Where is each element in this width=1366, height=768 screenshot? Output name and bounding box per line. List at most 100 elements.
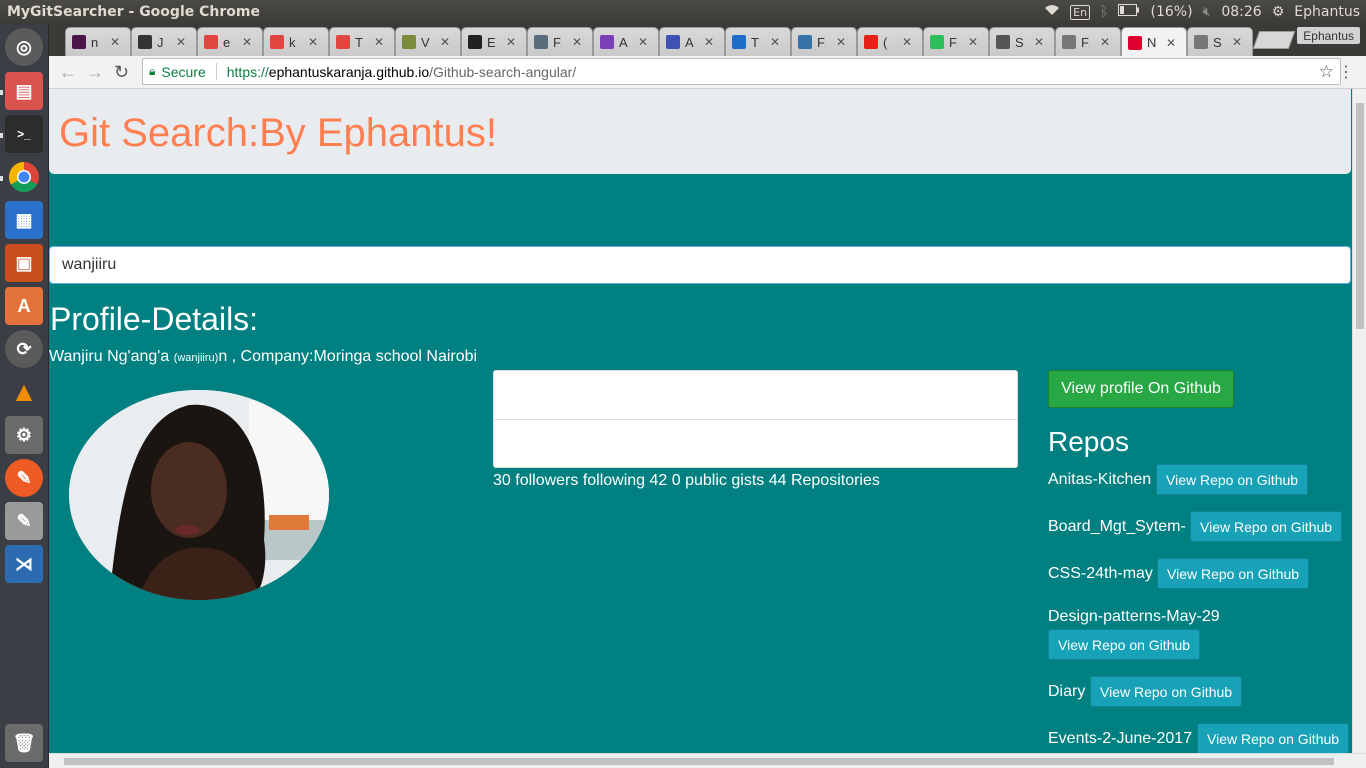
browser-tab[interactable]: A ✕ bbox=[593, 27, 659, 56]
keyboard-indicator[interactable]: En bbox=[1070, 4, 1091, 20]
close-tab-icon[interactable]: ✕ bbox=[572, 35, 582, 49]
impress-icon[interactable]: ▣ bbox=[5, 244, 43, 282]
ubuntu-launcher: ◎ ▤ >_ ▦ ▣ A ⟳ ▲ ⚙ ✎ ✎ ⋊ 🗑︎ bbox=[0, 24, 49, 768]
close-tab-icon[interactable]: ✕ bbox=[110, 35, 120, 49]
tab-title: S bbox=[1213, 34, 1222, 50]
close-tab-icon[interactable]: ✕ bbox=[836, 35, 846, 49]
terminal-icon[interactable]: >_ bbox=[5, 115, 43, 153]
bluetooth-icon[interactable]: ᛒ bbox=[1100, 4, 1108, 20]
vertical-scroll-thumb[interactable] bbox=[1356, 103, 1364, 329]
url-host: ephantuskaranja.github.io bbox=[268, 63, 430, 80]
username-search-input[interactable] bbox=[49, 246, 1351, 284]
browser-tab[interactable]: F ✕ bbox=[527, 27, 593, 56]
battery-icon[interactable] bbox=[1118, 4, 1140, 20]
browser-tab[interactable]: V ✕ bbox=[395, 27, 461, 56]
software-center-icon[interactable]: A bbox=[5, 287, 43, 325]
vscode-icon[interactable]: ⋊ bbox=[5, 545, 43, 583]
close-tab-icon[interactable]: ✕ bbox=[770, 35, 780, 49]
wifi-icon[interactable] bbox=[1044, 4, 1060, 20]
close-tab-icon[interactable]: ✕ bbox=[506, 35, 516, 49]
running-indicator bbox=[0, 90, 3, 95]
view-repo-button[interactable]: View Repo on Github bbox=[1190, 511, 1343, 542]
browser-tab[interactable]: E ✕ bbox=[461, 27, 527, 56]
system-settings-icon[interactable]: ⚙ bbox=[5, 416, 43, 454]
close-tab-icon[interactable]: ✕ bbox=[374, 35, 384, 49]
trash-icon[interactable]: 🗑︎ bbox=[5, 724, 43, 762]
close-tab-icon[interactable]: ✕ bbox=[1232, 35, 1242, 49]
horizontal-scrollbar[interactable] bbox=[49, 753, 1366, 768]
browser-tab[interactable]: e ✕ bbox=[197, 27, 263, 56]
browser-tab[interactable]: N ✕ bbox=[1121, 27, 1187, 57]
close-tab-icon[interactable]: ✕ bbox=[638, 35, 648, 49]
browser-tab[interactable]: F ✕ bbox=[791, 27, 857, 56]
browser-tab[interactable]: F ✕ bbox=[1055, 27, 1121, 56]
close-tab-icon[interactable]: ✕ bbox=[902, 35, 912, 49]
tab-title: k bbox=[289, 34, 296, 50]
text-editor-icon[interactable]: ✎ bbox=[5, 502, 43, 540]
doc-icon bbox=[1194, 35, 1208, 49]
browser-tab[interactable]: (✕ bbox=[857, 27, 923, 56]
view-repo-button[interactable]: View Repo on Github bbox=[1090, 676, 1243, 707]
user-name[interactable]: Ephantus bbox=[1294, 4, 1360, 20]
chrome-icon[interactable] bbox=[5, 158, 43, 196]
new-tab-button[interactable] bbox=[1252, 31, 1296, 49]
view-repo-button[interactable]: View Repo on Github bbox=[1197, 723, 1350, 753]
profile-company: n , Company:Moringa school Nairobi bbox=[218, 348, 478, 365]
updater-icon[interactable]: ⟳ bbox=[5, 330, 43, 368]
close-tab-icon[interactable]: ✕ bbox=[308, 35, 318, 49]
settings-gear-icon[interactable]: ⚙ bbox=[1272, 4, 1285, 20]
profile-stats: 30 followers following 42 0 public gists… bbox=[493, 472, 880, 489]
bookmark-star-icon[interactable]: ☆ bbox=[1319, 62, 1334, 82]
view-repo-button[interactable]: View Repo on Github bbox=[1157, 558, 1310, 589]
browser-tab-strip: Ephantus n ✕ J ✕ e ✕ k ✕ T ✕ V ✕ E ✕ F ✕ A ✕ A ✕ T ✕ F ✕(✕ F ✕ S ✕ F… bbox=[49, 24, 1366, 57]
vertical-scrollbar[interactable] bbox=[1352, 89, 1366, 753]
close-tab-icon[interactable]: ✕ bbox=[176, 35, 186, 49]
browser-tab[interactable]: T ✕ bbox=[329, 27, 395, 56]
close-tab-icon[interactable]: ✕ bbox=[1034, 35, 1044, 49]
codepen-icon bbox=[270, 35, 284, 49]
view-profile-button[interactable]: View profile On Github bbox=[1048, 370, 1234, 408]
browser-tab[interactable]: F ✕ bbox=[923, 27, 989, 56]
browser-toolbar: ← → ↻ 🔒︎ Secure https:// ephantuskaranja… bbox=[49, 56, 1366, 89]
volume-muted-icon[interactable]: 🔇︎ bbox=[1203, 4, 1212, 20]
repo-name: Diary bbox=[1048, 683, 1086, 700]
dash-icon[interactable]: ◎ bbox=[5, 28, 43, 66]
vlc-icon[interactable]: ▲ bbox=[5, 373, 43, 411]
browser-tab[interactable]: A ✕ bbox=[659, 27, 725, 56]
browser-tab[interactable]: n ✕ bbox=[65, 27, 131, 56]
tab-title: J bbox=[157, 34, 164, 50]
secure-label[interactable]: Secure bbox=[161, 64, 205, 80]
browser-tab[interactable]: T ✕ bbox=[725, 27, 791, 56]
postman-icon[interactable]: ✎ bbox=[5, 459, 43, 497]
back-arrow-icon[interactable]: ← bbox=[59, 62, 77, 83]
clock[interactable]: 08:26 bbox=[1221, 4, 1261, 20]
close-tab-icon[interactable]: ✕ bbox=[440, 35, 450, 49]
horizontal-scroll-thumb[interactable] bbox=[64, 758, 1334, 765]
files-icon[interactable]: ▤ bbox=[5, 72, 43, 110]
close-tab-icon[interactable]: ✕ bbox=[1100, 35, 1110, 49]
tab-title: n bbox=[91, 34, 99, 50]
profile-button[interactable]: Ephantus bbox=[1297, 27, 1360, 44]
browser-tab[interactable]: J ✕ bbox=[131, 27, 197, 56]
view-repo-button[interactable]: View Repo on Github bbox=[1156, 464, 1309, 495]
browser-menu-icon[interactable]: ⋮ bbox=[1338, 62, 1354, 82]
url-scheme: https:// bbox=[226, 63, 269, 80]
view-repo-button[interactable]: View Repo on Github bbox=[1048, 629, 1201, 660]
running-indicator bbox=[0, 133, 3, 138]
browser-tab[interactable]: S ✕ bbox=[989, 27, 1055, 56]
close-tab-icon[interactable]: ✕ bbox=[968, 35, 978, 49]
address-bar[interactable]: 🔒︎ Secure https:// ephantuskaranja.githu… bbox=[142, 58, 1341, 85]
reload-icon[interactable]: ↻ bbox=[114, 62, 129, 83]
forward-arrow-icon[interactable]: → bbox=[86, 62, 104, 83]
tab-title: T bbox=[355, 34, 363, 50]
browser-tab[interactable]: S ✕ bbox=[1187, 27, 1253, 56]
lock-icon[interactable]: 🔒︎ bbox=[149, 64, 155, 79]
writer-icon[interactable]: ▦ bbox=[5, 201, 43, 239]
e-icon bbox=[732, 35, 746, 49]
browser-tab[interactable]: k ✕ bbox=[263, 27, 329, 56]
terminal-icon bbox=[138, 35, 152, 49]
page-viewport: Git Search:By Ephantus! Profile-Details:… bbox=[49, 89, 1352, 753]
close-tab-icon[interactable]: ✕ bbox=[1166, 36, 1176, 50]
close-tab-icon[interactable]: ✕ bbox=[242, 35, 252, 49]
close-tab-icon[interactable]: ✕ bbox=[704, 35, 714, 49]
